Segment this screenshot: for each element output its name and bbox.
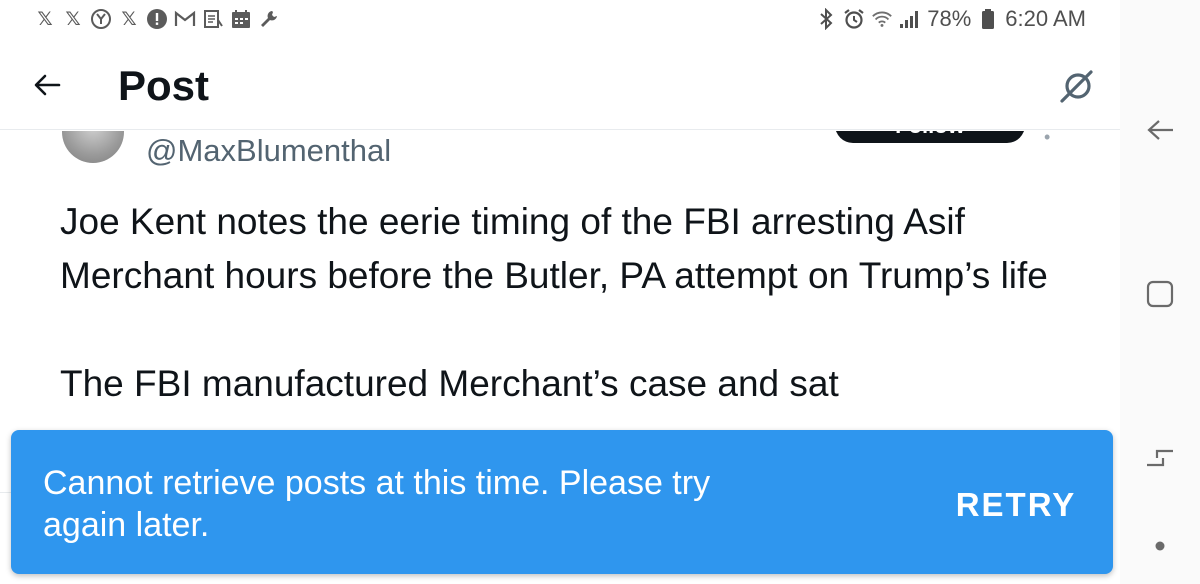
bluetooth-icon <box>815 8 837 30</box>
post-body: Joe Kent notes the eerie timing of the F… <box>60 195 1100 411</box>
system-status: 78% 6:20 AM <box>815 6 1086 32</box>
top-app-bar: Post <box>0 38 1120 130</box>
grok-icon[interactable] <box>1058 66 1098 106</box>
home-nav-icon[interactable] <box>1142 276 1178 312</box>
divider <box>0 492 11 493</box>
clock-time: 6:20 AM <box>1005 6 1086 31</box>
avatar[interactable] <box>62 131 124 163</box>
recents-nav-icon[interactable] <box>1142 440 1178 476</box>
post-paragraph: The FBI manufactured Merchant’s case and… <box>60 363 839 404</box>
alarm-icon <box>843 8 865 30</box>
error-snackbar: Cannot retrieve posts at this time. Plea… <box>11 430 1113 574</box>
news-icon <box>202 8 224 30</box>
gmail-icon <box>174 8 196 30</box>
post-paragraph: Joe Kent notes the eerie timing of the F… <box>60 201 1048 296</box>
keyboard-dot-icon <box>1142 528 1178 564</box>
system-navigation-bar <box>1120 0 1200 584</box>
calendar-icon <box>230 8 252 30</box>
x-logo-icon: 𝕏 <box>121 8 137 30</box>
back-nav-icon[interactable] <box>1142 112 1178 148</box>
circled-y-icon <box>90 8 112 30</box>
wrench-icon <box>258 8 280 30</box>
wifi-icon <box>871 8 893 30</box>
signal-icon <box>899 8 921 30</box>
battery-icon <box>977 8 999 30</box>
retry-button[interactable]: RETRY <box>941 482 1091 528</box>
more-options-icon[interactable]: • <box>1044 131 1050 148</box>
notification-icons: 𝕏 𝕏 𝕏 <box>34 6 280 32</box>
status-bar: 𝕏 𝕏 𝕏 78% 6:20 AM <box>0 0 1120 38</box>
app-screen: 𝕏 𝕏 𝕏 78% 6:20 AM Post @MaxBlumenthal • … <box>0 0 1200 584</box>
author-handle[interactable]: @MaxBlumenthal <box>146 133 391 169</box>
alert-circle-icon <box>146 8 168 30</box>
snackbar-message: Cannot retrieve posts at this time. Plea… <box>43 464 711 544</box>
back-arrow-icon[interactable] <box>30 68 64 102</box>
page-title: Post <box>118 62 210 109</box>
x-logo-icon: 𝕏 <box>37 8 53 30</box>
battery-percent: 78% <box>927 6 972 31</box>
x-logo-icon: 𝕏 <box>65 8 81 30</box>
follow-button[interactable]: Follow <box>835 131 1025 143</box>
